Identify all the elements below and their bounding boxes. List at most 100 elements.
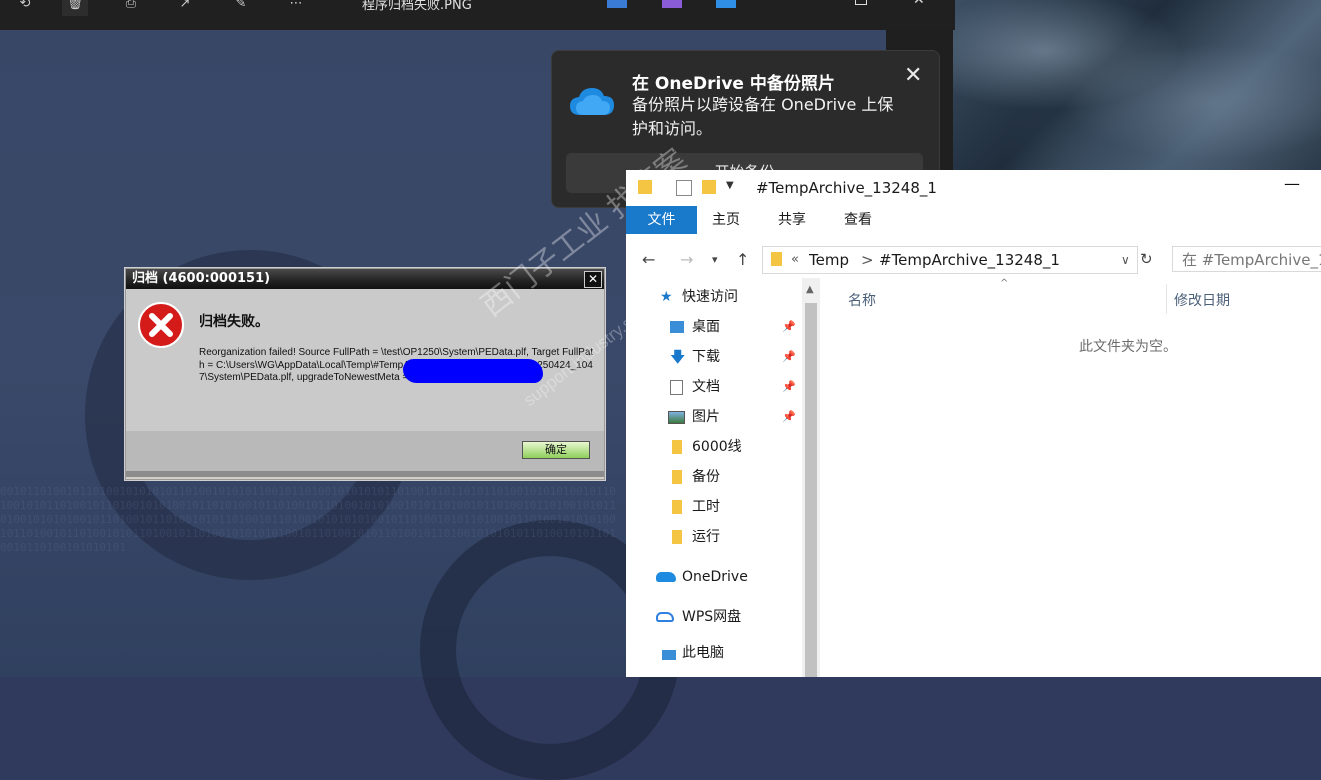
column-header-date[interactable]: 修改日期 xyxy=(1174,290,1230,310)
sidebar-item-label: 备份 xyxy=(692,469,720,485)
tab-share[interactable]: 共享 xyxy=(778,206,806,234)
folder-icon xyxy=(672,440,682,454)
sidebar-item-wps[interactable]: WPS网盘 xyxy=(626,602,802,632)
quick-access-dropdown-icon[interactable]: ▼ xyxy=(726,180,740,194)
navigation-pane: ★ 快速访问 桌面 📌 🡇 下载 📌 文档 📌 图片 📌 6000线 备份 工时… xyxy=(626,280,802,677)
explorer-title-bar: ▼ #TempArchive_13248_1 — xyxy=(626,170,1321,206)
dialog-title: 归档 (4600:000151) xyxy=(132,271,271,286)
file-list: ^ 名称 修改日期 此文件夹为空。 xyxy=(822,278,1321,677)
scrollbar-thumb[interactable] xyxy=(805,303,817,677)
sidebar-item-folder[interactable]: 运行 xyxy=(626,522,802,552)
folder-icon xyxy=(672,530,682,544)
archive-error-dialog: 归档 (4600:000151) ✕ 归档失败。 Reorganization … xyxy=(125,268,605,480)
toast-title: 在 OneDrive 中备份照片 xyxy=(632,74,835,94)
forward-arrow-icon[interactable]: → xyxy=(680,250,693,269)
column-divider[interactable] xyxy=(1166,284,1167,314)
sidebar-item-label: 工时 xyxy=(692,499,720,515)
explorer-title: #TempArchive_13248_1 xyxy=(756,179,937,197)
minimize-button[interactable]: — xyxy=(1284,174,1300,193)
close-icon[interactable]: ✕ xyxy=(913,0,925,8)
onedrive-cloud-icon xyxy=(570,88,614,115)
folder-icon xyxy=(638,180,652,194)
picture-icon xyxy=(668,411,685,424)
sidebar-item-documents[interactable]: 文档 📌 xyxy=(626,372,802,402)
nav-scrollbar[interactable]: ▲ xyxy=(802,278,820,677)
pin-icon[interactable]: 📌 xyxy=(782,402,796,432)
file-explorer-window: ▼ #TempArchive_13248_1 — 文件 主页 共享 查看 ← →… xyxy=(626,170,1321,677)
address-bar[interactable]: « Temp > #TempArchive_13248_1 ∨ xyxy=(762,246,1138,274)
sidebar-item-label: 6000线 xyxy=(692,439,742,455)
scroll-up-icon[interactable]: ▲ xyxy=(806,284,814,295)
toast-close-icon[interactable]: ✕ xyxy=(904,63,922,88)
up-arrow-icon[interactable]: ↑ xyxy=(736,250,749,269)
dialog-close-button[interactable]: ✕ xyxy=(584,271,602,288)
sidebar-item-pictures[interactable]: 图片 📌 xyxy=(626,402,802,432)
viewer-title-bar: ⟲ 🗑 ⎙ ↗ ✎ ⋯ 程序归档失败.PNG ✕ xyxy=(0,0,955,30)
sidebar-item-onedrive[interactable]: OneDrive xyxy=(626,562,802,592)
properties-icon[interactable] xyxy=(676,180,692,196)
sidebar-item-desktop[interactable]: 桌面 📌 xyxy=(626,312,802,342)
dialog-footer: 确定 xyxy=(126,431,604,471)
column-header-name[interactable]: 名称 xyxy=(848,290,876,310)
sidebar-item-label: 文档 xyxy=(692,379,720,395)
tab-home[interactable]: 主页 xyxy=(712,206,740,234)
cloud-icon xyxy=(656,612,674,622)
rotate-icon[interactable]: ⟲ xyxy=(12,0,38,12)
folder-icon xyxy=(672,500,682,514)
onedrive-cloud-icon xyxy=(656,572,676,582)
recent-locations-icon[interactable]: ▾ xyxy=(712,253,718,266)
sidebar-item-label: 桌面 xyxy=(692,319,720,335)
breadcrumb-temp[interactable]: Temp xyxy=(809,247,849,273)
address-dropdown-icon[interactable]: ∨ xyxy=(1121,247,1130,273)
desktop-wallpaper-mountains xyxy=(953,0,1321,170)
app-icon[interactable] xyxy=(716,0,736,8)
sidebar-item-label: 图片 xyxy=(692,409,720,425)
app-icon[interactable] xyxy=(662,0,682,8)
sidebar-item-label: 此电脑 xyxy=(682,645,724,661)
search-input[interactable]: 在 #TempArchive_13248_1 中搜索 xyxy=(1172,246,1321,272)
tab-view[interactable]: 查看 xyxy=(844,206,872,234)
desktop-icon xyxy=(670,321,684,333)
sidebar-item-label: OneDrive xyxy=(682,569,748,585)
ok-button[interactable]: 确定 xyxy=(522,441,590,459)
folder-icon xyxy=(672,470,682,484)
download-icon: 🡇 xyxy=(670,348,686,366)
sidebar-item-label: WPS网盘 xyxy=(682,609,742,625)
dialog-heading: 归档失败。 xyxy=(199,314,269,330)
sidebar-item-folder[interactable]: 工时 xyxy=(626,492,802,522)
tab-file[interactable]: 文件 xyxy=(626,206,697,234)
breadcrumb-separator[interactable]: > xyxy=(861,247,874,273)
sidebar-item-label: 快速访问 xyxy=(682,289,738,305)
breadcrumb-current[interactable]: #TempArchive_13248_1 xyxy=(879,247,1060,273)
star-icon: ★ xyxy=(660,289,673,305)
print-icon[interactable]: ⎙ xyxy=(118,0,144,12)
empty-folder-message: 此文件夹为空。 xyxy=(1079,339,1177,355)
toast-body: 备份照片以跨设备在 OneDrive 上保护和访问。 xyxy=(632,95,894,138)
back-arrow-icon[interactable]: ← xyxy=(642,250,655,269)
sidebar-item-this-pc[interactable]: 此电脑 xyxy=(626,638,802,668)
sidebar-item-label: 运行 xyxy=(692,529,720,545)
sort-indicator-icon: ^ xyxy=(1000,278,1009,289)
sidebar-item-folder[interactable]: 备份 xyxy=(626,462,802,492)
dialog-title-bar: 归档 (4600:000151) ✕ xyxy=(126,269,604,289)
document-icon xyxy=(670,380,683,395)
edit-icon[interactable]: ✎ xyxy=(228,0,254,12)
app-icon[interactable] xyxy=(607,0,627,8)
sidebar-item-quick-access[interactable]: ★ 快速访问 xyxy=(626,282,802,312)
new-folder-icon[interactable] xyxy=(702,180,716,194)
overflow-chevron-icon[interactable]: « xyxy=(791,247,799,273)
sidebar-item-downloads[interactable]: 🡇 下载 📌 xyxy=(626,342,802,372)
viewer-filename: 程序归档失败.PNG xyxy=(362,0,472,13)
maximize-icon[interactable] xyxy=(855,0,867,5)
more-icon[interactable]: ⋯ xyxy=(283,0,309,12)
pin-icon[interactable]: 📌 xyxy=(782,342,796,372)
error-icon xyxy=(138,302,184,348)
pin-icon[interactable]: 📌 xyxy=(782,312,796,342)
folder-icon xyxy=(771,252,782,266)
refresh-icon[interactable]: ↻ xyxy=(1140,246,1160,272)
sidebar-item-label: 下载 xyxy=(692,349,720,365)
share-icon[interactable]: ↗ xyxy=(172,0,198,12)
pin-icon[interactable]: 📌 xyxy=(782,372,796,402)
sidebar-item-folder[interactable]: 6000线 xyxy=(626,432,802,462)
delete-icon[interactable]: 🗑 xyxy=(62,0,88,16)
